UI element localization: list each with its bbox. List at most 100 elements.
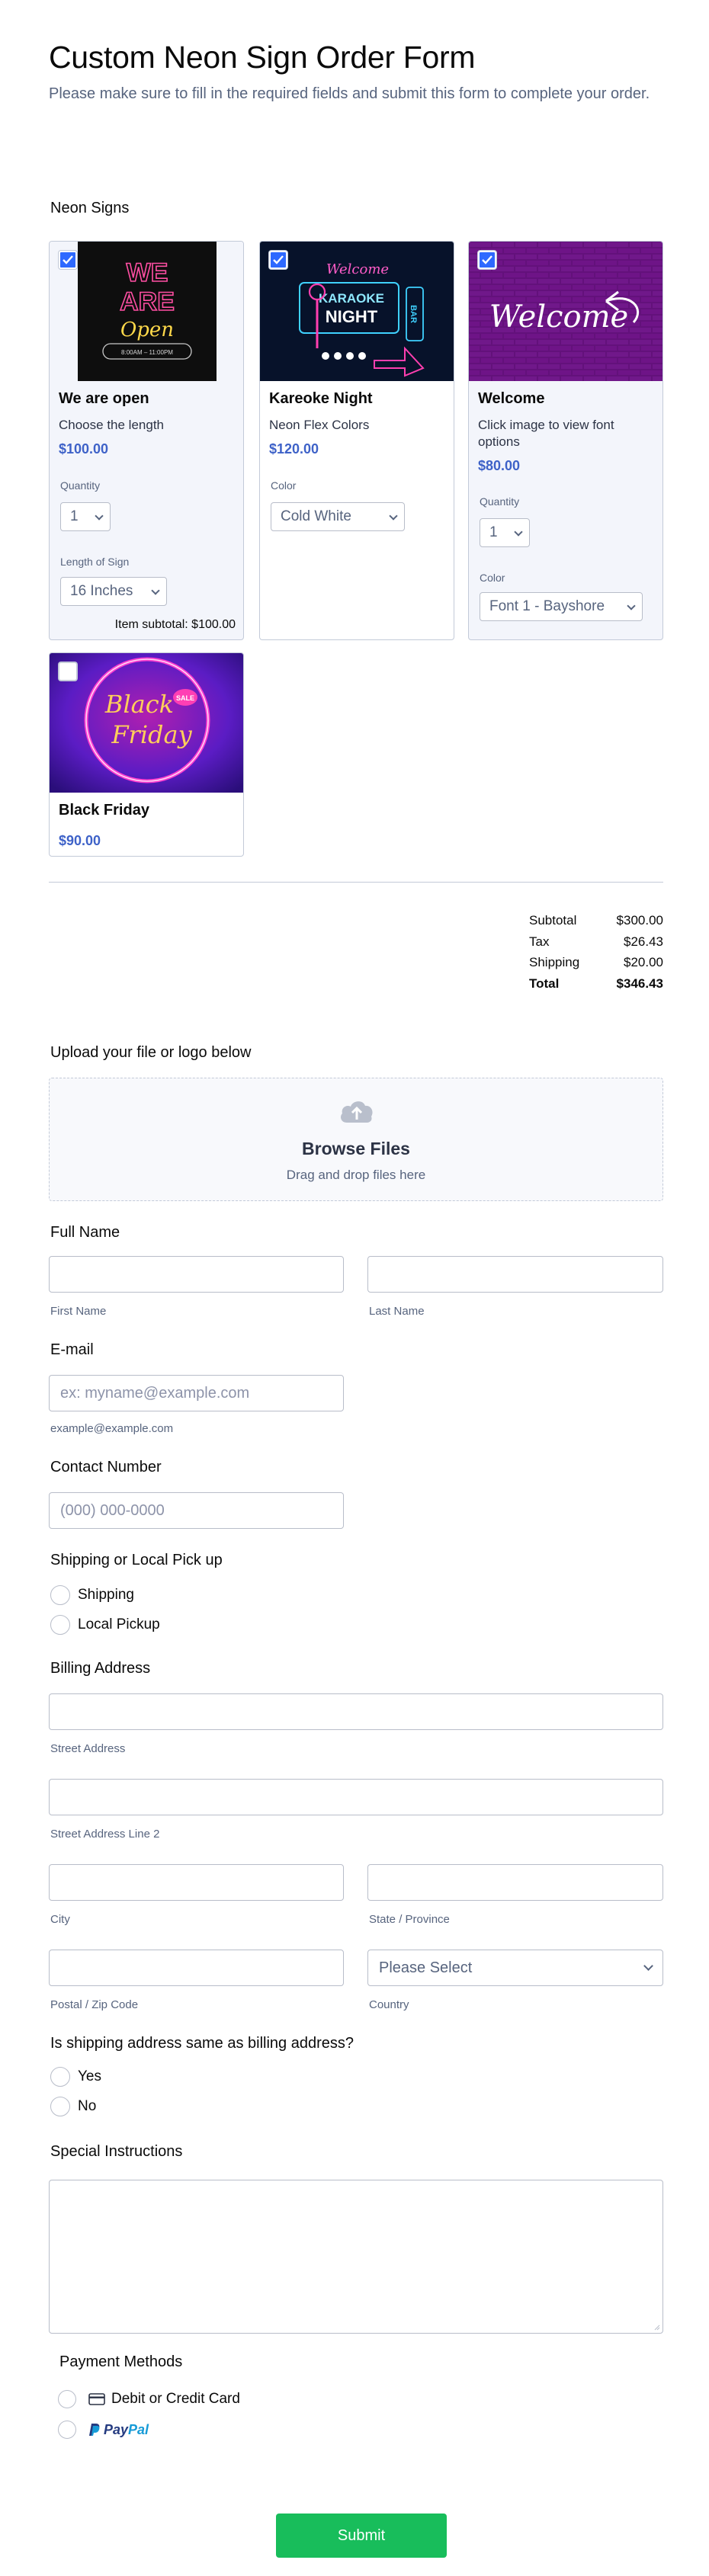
product-price: $100.00	[59, 441, 109, 457]
email-placeholder: ex: myname@example.com	[60, 1384, 250, 1402]
image-text-karaoke: KARAOKE	[319, 291, 384, 306]
street-address-2-input[interactable]	[49, 1779, 663, 1815]
browse-files-button[interactable]: Browse Files	[50, 1139, 662, 1159]
phone-input[interactable]: (000) 000-0000	[49, 1492, 344, 1529]
phone-placeholder: (000) 000-0000	[60, 1501, 165, 1519]
chevron-down-icon	[389, 511, 398, 521]
street-address-2-hint: Street Address Line 2	[50, 1828, 160, 1841]
same-address-label: Is shipping address same as billing addr…	[50, 2035, 354, 2052]
color-label: Color	[271, 479, 297, 492]
cloud-upload-icon	[341, 1101, 373, 1123]
product-price: $80.00	[478, 458, 521, 473]
radio-shipping[interactable]: Shipping	[50, 1585, 134, 1605]
last-name-input[interactable]	[367, 1256, 663, 1293]
chevron-down-icon	[514, 527, 523, 537]
tax-value: $26.43	[624, 934, 663, 949]
upload-label: Upload your file or logo below	[50, 1044, 252, 1061]
item-subtotal: Item subtotal: $100.00	[114, 618, 236, 631]
radio-circle[interactable]	[58, 2390, 76, 2408]
image-text-night: NIGHT	[326, 307, 378, 326]
product-card-welcome[interactable]: Welcome Welcome Click image to view font…	[468, 241, 663, 640]
radio-circle[interactable]	[58, 2421, 76, 2439]
image-text-bar: BAR	[409, 305, 418, 323]
radio-label: Local Pickup	[78, 1616, 160, 1632]
quantity-select[interactable]: 1	[60, 502, 111, 531]
length-select[interactable]: 16 Inches	[60, 577, 167, 606]
product-description: Choose the length	[59, 418, 164, 432]
postal-code-input[interactable]	[49, 1950, 344, 1986]
shipping-label: Shipping	[529, 955, 580, 969]
product-description: Neon Flex Colors	[269, 418, 370, 432]
radio-yes[interactable]: Yes	[50, 2067, 101, 2087]
paypal-label: PayPal	[104, 2421, 149, 2437]
shipping-value: $20.00	[624, 955, 663, 969]
radio-label: No	[78, 2098, 97, 2114]
first-name-input[interactable]	[49, 1256, 344, 1293]
submit-button[interactable]: Submit	[276, 2514, 447, 2558]
resize-handle-icon[interactable]	[653, 2323, 660, 2331]
image-text-hours: 8:00AM – 11:00PM	[121, 349, 173, 356]
chevron-down-icon	[643, 1961, 653, 1971]
paypal-logo-icon	[89, 2424, 100, 2436]
radio-no[interactable]: No	[50, 2097, 96, 2116]
state-hint: State / Province	[369, 1913, 450, 1926]
email-input[interactable]: ex: myname@example.com	[49, 1375, 344, 1411]
street-address-input[interactable]	[49, 1693, 663, 1730]
email-label: E-mail	[50, 1341, 94, 1358]
product-image-we-are-open[interactable]: WE ARE Open 8:00AM – 11:00PM	[50, 242, 243, 381]
radio-circle[interactable]	[50, 2067, 70, 2087]
state-input[interactable]	[367, 1864, 663, 1901]
product-checkbox-welcome[interactable]	[478, 251, 496, 269]
product-image-kareoke-night[interactable]: Welcome KARAOKE NIGHT BAR	[260, 242, 454, 381]
product-image-welcome[interactable]: Welcome	[469, 242, 662, 381]
color-select[interactable]: Cold White	[271, 502, 405, 531]
subtotal-label: Subtotal	[529, 913, 577, 928]
instructions-label: Special Instructions	[50, 2143, 183, 2160]
product-image-black-friday[interactable]: Black Friday SALE	[50, 653, 243, 793]
image-text-we: WE	[127, 258, 168, 287]
image-text-friday: Friday	[111, 720, 192, 749]
radio-circle[interactable]	[50, 1585, 70, 1605]
product-name: Kareoke Night	[269, 390, 373, 407]
product-name: Black Friday	[59, 802, 149, 819]
form-title: Custom Neon Sign Order Form	[49, 40, 476, 75]
product-card-black-friday[interactable]: Black Friday SALE Black Friday $90.00	[49, 652, 244, 857]
payment-card-label: Debit or Credit Card	[111, 2391, 240, 2407]
image-text-open: Open	[120, 319, 174, 341]
billing-address-label: Billing Address	[50, 1660, 151, 1677]
payment-option-card[interactable]: Debit or Credit Card	[58, 2390, 240, 2408]
total-label: Total	[529, 976, 560, 991]
form-subtitle: Please make sure to fill in the required…	[49, 85, 650, 102]
shipping-option-label: Shipping or Local Pick up	[50, 1552, 223, 1568]
color-label: Color	[480, 572, 505, 584]
order-totals: Subtotal $300.00 Tax $26.43 Shipping $20.00…	[529, 913, 663, 997]
last-name-hint: Last Name	[369, 1305, 425, 1318]
product-checkbox-black-friday[interactable]	[59, 662, 77, 681]
quantity-select[interactable]: 1	[480, 518, 530, 547]
product-price: $90.00	[59, 833, 101, 848]
form-page: Custom Neon Sign Order Form Please make …	[0, 0, 709, 2576]
radio-circle[interactable]	[50, 1615, 70, 1635]
credit-card-icon	[88, 2393, 105, 2405]
product-card-kareoke-night[interactable]: Welcome KARAOKE NIGHT BAR Kareoke Night …	[259, 241, 454, 640]
file-upload-dropzone[interactable]: Browse Files Drag and drop files here	[49, 1078, 663, 1201]
product-card-we-are-open[interactable]: WE ARE Open 8:00AM – 11:00PM We are open…	[49, 241, 244, 640]
image-text-are: ARE	[120, 287, 175, 316]
radio-local-pickup[interactable]: Local Pickup	[50, 1615, 160, 1635]
chevron-down-icon	[627, 601, 636, 610]
country-select[interactable]: Please Select	[367, 1950, 663, 1986]
contact-label: Contact Number	[50, 1459, 162, 1475]
full-name-label: Full Name	[50, 1224, 120, 1241]
product-checkbox-we-are-open[interactable]	[59, 251, 77, 269]
image-text-welcome: Welcome	[326, 261, 389, 277]
length-label: Length of Sign	[60, 556, 130, 568]
special-instructions-textarea[interactable]	[49, 2180, 663, 2334]
payment-option-paypal[interactable]: PayPal	[58, 2421, 149, 2439]
email-hint: example@example.com	[50, 1422, 174, 1435]
font-select[interactable]: Font 1 - Bayshore	[480, 592, 643, 621]
product-name: We are open	[59, 390, 149, 407]
radio-circle[interactable]	[50, 2097, 70, 2116]
radio-label: Yes	[78, 2068, 101, 2084]
city-input[interactable]	[49, 1864, 344, 1901]
product-checkbox-kareoke-night[interactable]	[269, 251, 287, 269]
